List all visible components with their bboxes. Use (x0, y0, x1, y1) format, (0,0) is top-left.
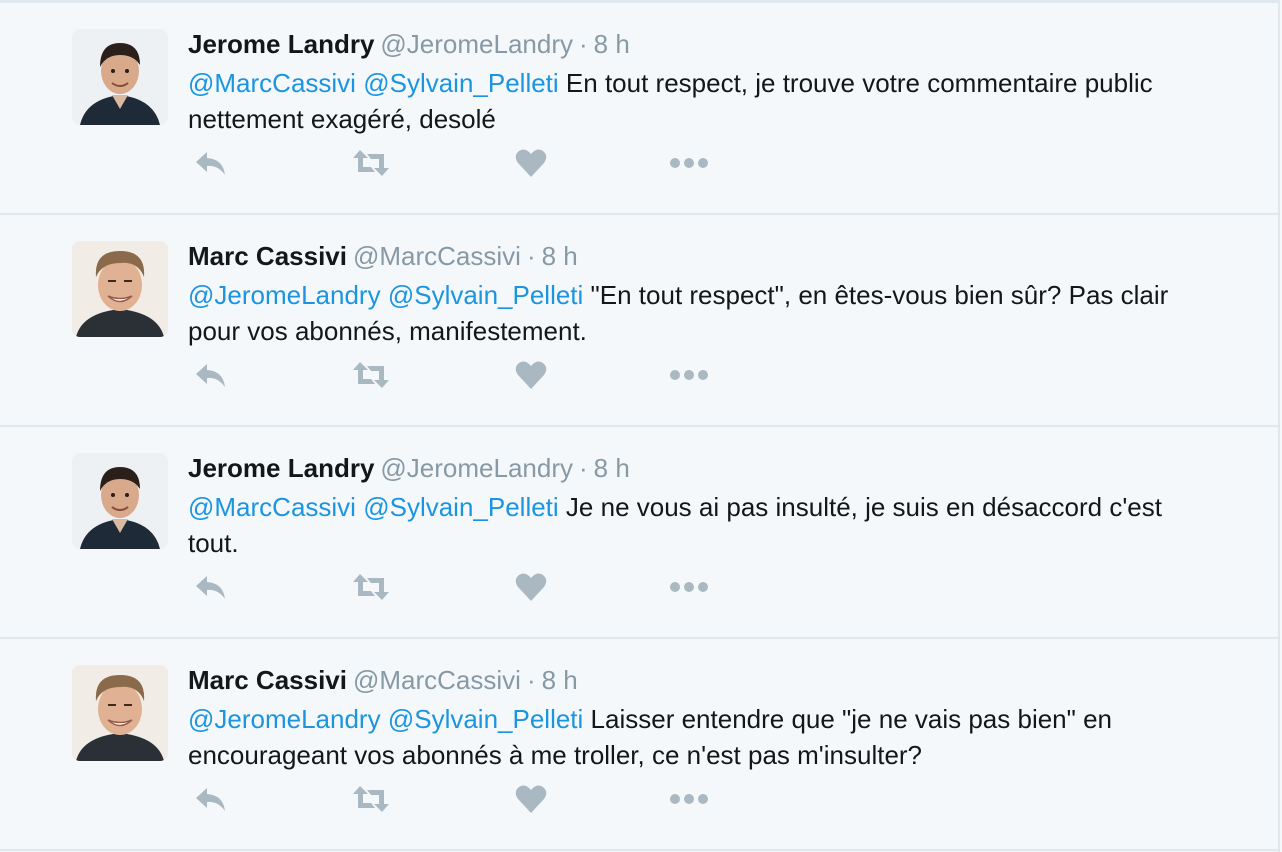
like-icon (515, 361, 547, 389)
author-username[interactable]: @JeromeLandry (380, 453, 573, 483)
tweet-text: @JeromeLandry @Sylvain_Pelleti "En tout … (188, 277, 1198, 349)
reply-icon (196, 576, 225, 599)
like-button[interactable] (508, 779, 554, 819)
avatar[interactable] (72, 241, 168, 337)
mention-link[interactable]: @Sylvain_Pelleti (363, 68, 558, 98)
tweet-text: @MarcCassivi @Sylvain_Pelleti En tout re… (188, 65, 1198, 137)
more-button[interactable] (666, 143, 712, 183)
retweet-button[interactable] (348, 779, 394, 819)
tweet-text: @JeromeLandry @Sylvain_Pelleti Laisser e… (188, 701, 1198, 773)
mention-link[interactable]: @Sylvain_Pelleti (388, 704, 583, 734)
avatar[interactable] (72, 665, 168, 761)
retweet-button[interactable] (348, 143, 394, 183)
retweet-button[interactable] (348, 355, 394, 395)
author-username[interactable]: @MarcCassivi (353, 241, 521, 271)
separator-dot: · (579, 29, 588, 59)
mention-link[interactable]: @MarcCassivi (188, 68, 356, 98)
tweet-header: Jerome Landry @JeromeLandry · 8 h (188, 27, 630, 61)
author-username[interactable]: @JeromeLandry (380, 29, 573, 59)
retweet-icon (353, 574, 389, 600)
tweet-timestamp[interactable]: 8 h (594, 453, 630, 483)
reply-button[interactable] (188, 143, 234, 183)
reply-icon (196, 364, 225, 387)
avatar-marc-cassivi-icon (72, 241, 168, 337)
author-fullname[interactable]: Marc Cassivi (188, 665, 347, 695)
mention-link[interactable]: @Sylvain_Pelleti (388, 280, 583, 310)
tweet-item[interactable]: Jerome Landry @JeromeLandry · 8 h @MarcCass… (0, 3, 1278, 215)
like-icon (515, 573, 547, 601)
more-icon (670, 370, 708, 380)
avatar-marc-cassivi-icon (72, 665, 168, 761)
tweet-timestamp[interactable]: 8 h (542, 241, 578, 271)
mention-link[interactable]: @JeromeLandry (188, 704, 381, 734)
separator-dot: · (526, 241, 536, 271)
tweet-item[interactable]: Marc Cassivi @MarcCassivi · 8 h @JeromeLand… (0, 639, 1278, 851)
author-fullname[interactable]: Marc Cassivi (188, 241, 347, 271)
mention-link[interactable]: @Sylvain_Pelleti (363, 492, 558, 522)
tweet-header: Marc Cassivi @MarcCassivi · 8 h (188, 239, 578, 273)
more-button[interactable] (666, 779, 712, 819)
more-button[interactable] (666, 355, 712, 395)
separator-dot: · (526, 665, 536, 695)
avatar-jerome-landry-icon (72, 29, 168, 125)
like-button[interactable] (508, 355, 554, 395)
separator-dot: · (579, 453, 588, 483)
author-fullname[interactable]: Jerome Landry (188, 29, 374, 59)
avatar[interactable] (72, 453, 168, 549)
like-icon (515, 149, 547, 177)
more-icon (670, 158, 708, 168)
avatar-jerome-landry-icon (72, 453, 168, 549)
tweet-header: Jerome Landry @JeromeLandry · 8 h (188, 451, 630, 485)
like-icon (515, 785, 547, 813)
like-button[interactable] (508, 567, 554, 607)
more-icon (670, 794, 708, 804)
retweet-icon (353, 362, 389, 388)
more-button[interactable] (666, 567, 712, 607)
author-fullname[interactable]: Jerome Landry (188, 453, 374, 483)
retweet-icon (353, 150, 389, 176)
reply-icon (196, 788, 225, 811)
tweet-timeline: Jerome Landry @JeromeLandry · 8 h @MarcCass… (0, 0, 1280, 852)
reply-button[interactable] (188, 355, 234, 395)
retweet-icon (353, 786, 389, 812)
tweet-item[interactable]: Jerome Landry @JeromeLandry · 8 h @MarcCass… (0, 427, 1278, 639)
like-button[interactable] (508, 143, 554, 183)
tweet-item[interactable]: Marc Cassivi @MarcCassivi · 8 h @JeromeLand… (0, 215, 1278, 427)
more-icon (670, 582, 708, 592)
mention-link[interactable]: @MarcCassivi (188, 492, 356, 522)
tweet-header: Marc Cassivi @MarcCassivi · 8 h (188, 663, 578, 697)
reply-button[interactable] (188, 779, 234, 819)
author-username[interactable]: @MarcCassivi (353, 665, 521, 695)
retweet-button[interactable] (348, 567, 394, 607)
tweet-text: @MarcCassivi @Sylvain_Pelleti Je ne vous… (188, 489, 1198, 561)
reply-button[interactable] (188, 567, 234, 607)
tweet-timestamp[interactable]: 8 h (542, 665, 578, 695)
mention-link[interactable]: @JeromeLandry (188, 280, 381, 310)
tweet-timestamp[interactable]: 8 h (594, 29, 630, 59)
avatar[interactable] (72, 29, 168, 125)
reply-icon (196, 152, 225, 175)
